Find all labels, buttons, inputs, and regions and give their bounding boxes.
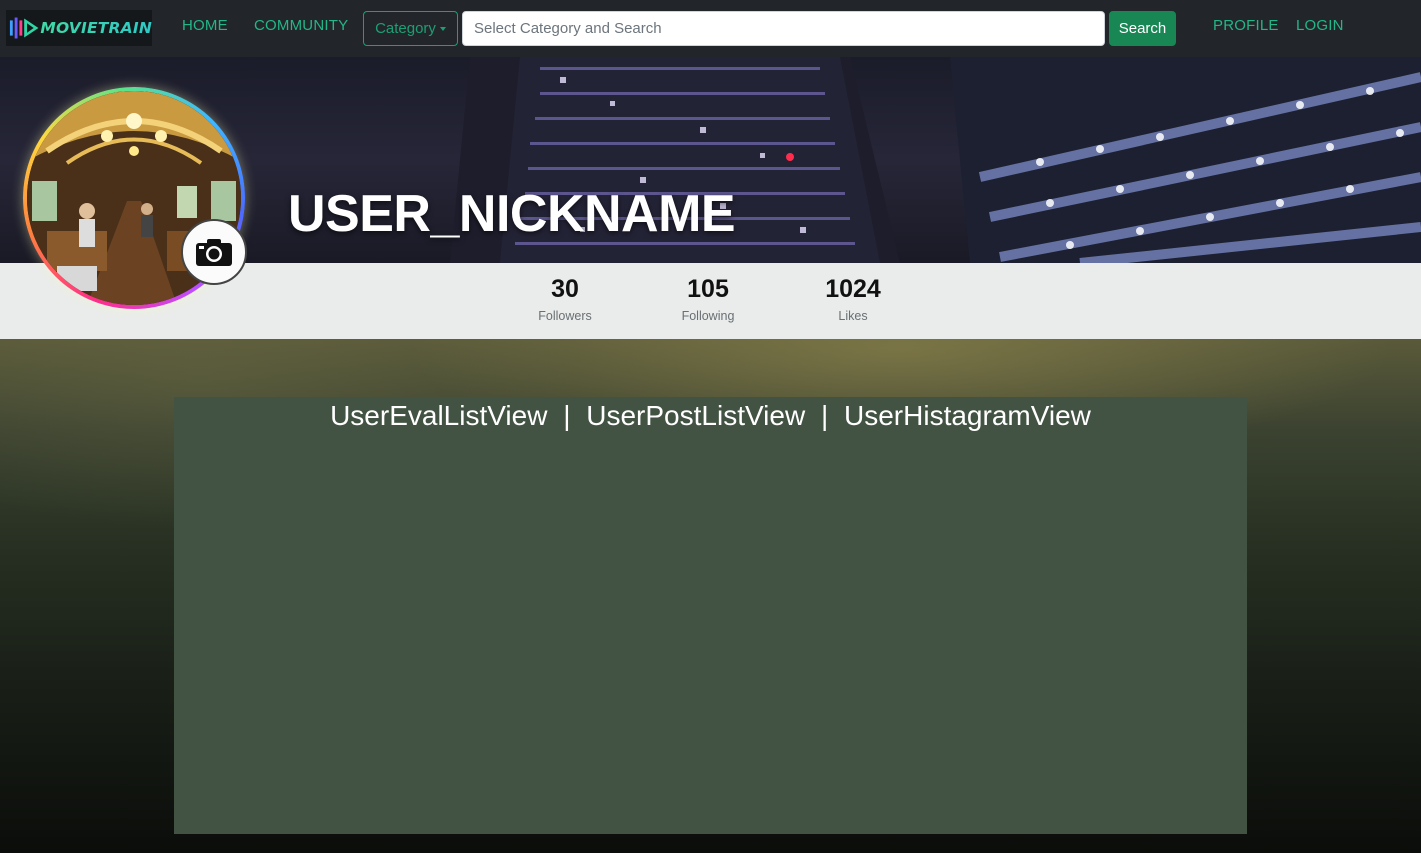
caret-down-icon (439, 27, 446, 31)
change-avatar-button[interactable] (181, 219, 247, 285)
stat-followers[interactable]: 30 Followers (505, 275, 625, 323)
followers-count: 30 (551, 275, 579, 303)
logo-icon (9, 17, 39, 39)
view-switcher: UserEvalListView | UserPostListView | Us… (174, 397, 1247, 435)
nav-community-link[interactable]: COMMUNITY (254, 17, 348, 34)
view-separator: | (820, 400, 829, 431)
user-histagram-view-link[interactable]: UserHistagramView (844, 400, 1091, 431)
navbar: MOVIETRAIN HOME COMMUNITY Category Searc… (0, 0, 1421, 57)
user-eval-list-view-link[interactable]: UserEvalListView (330, 400, 547, 431)
nav-profile-link[interactable]: PROFILE (1213, 17, 1279, 34)
logo-text: MOVIETRAIN (40, 19, 152, 37)
view-separator: | (563, 400, 571, 431)
stat-likes[interactable]: 1024 Likes (793, 275, 913, 323)
user-content-panel: UserEvalListView | UserPostListView | Us… (174, 397, 1247, 834)
likes-label: Likes (838, 309, 868, 323)
following-count: 105 (687, 275, 729, 303)
user-post-list-view-link[interactable]: UserPostListView (586, 400, 805, 431)
user-nickname: USER_NICKNAME (288, 185, 736, 243)
followers-label: Followers (538, 309, 592, 323)
search-button[interactable]: Search (1109, 11, 1176, 46)
nav-login-link[interactable]: LOGIN (1296, 17, 1344, 34)
logo[interactable]: MOVIETRAIN (6, 10, 152, 46)
search-input[interactable] (462, 11, 1105, 46)
following-label: Following (681, 309, 735, 323)
category-dropdown[interactable]: Category (363, 11, 458, 46)
category-label: Category (375, 20, 436, 37)
stat-following[interactable]: 105 Following (648, 275, 768, 323)
nav-home-link[interactable]: HOME (182, 17, 228, 34)
likes-count: 1024 (825, 275, 881, 303)
camera-icon (196, 239, 232, 266)
